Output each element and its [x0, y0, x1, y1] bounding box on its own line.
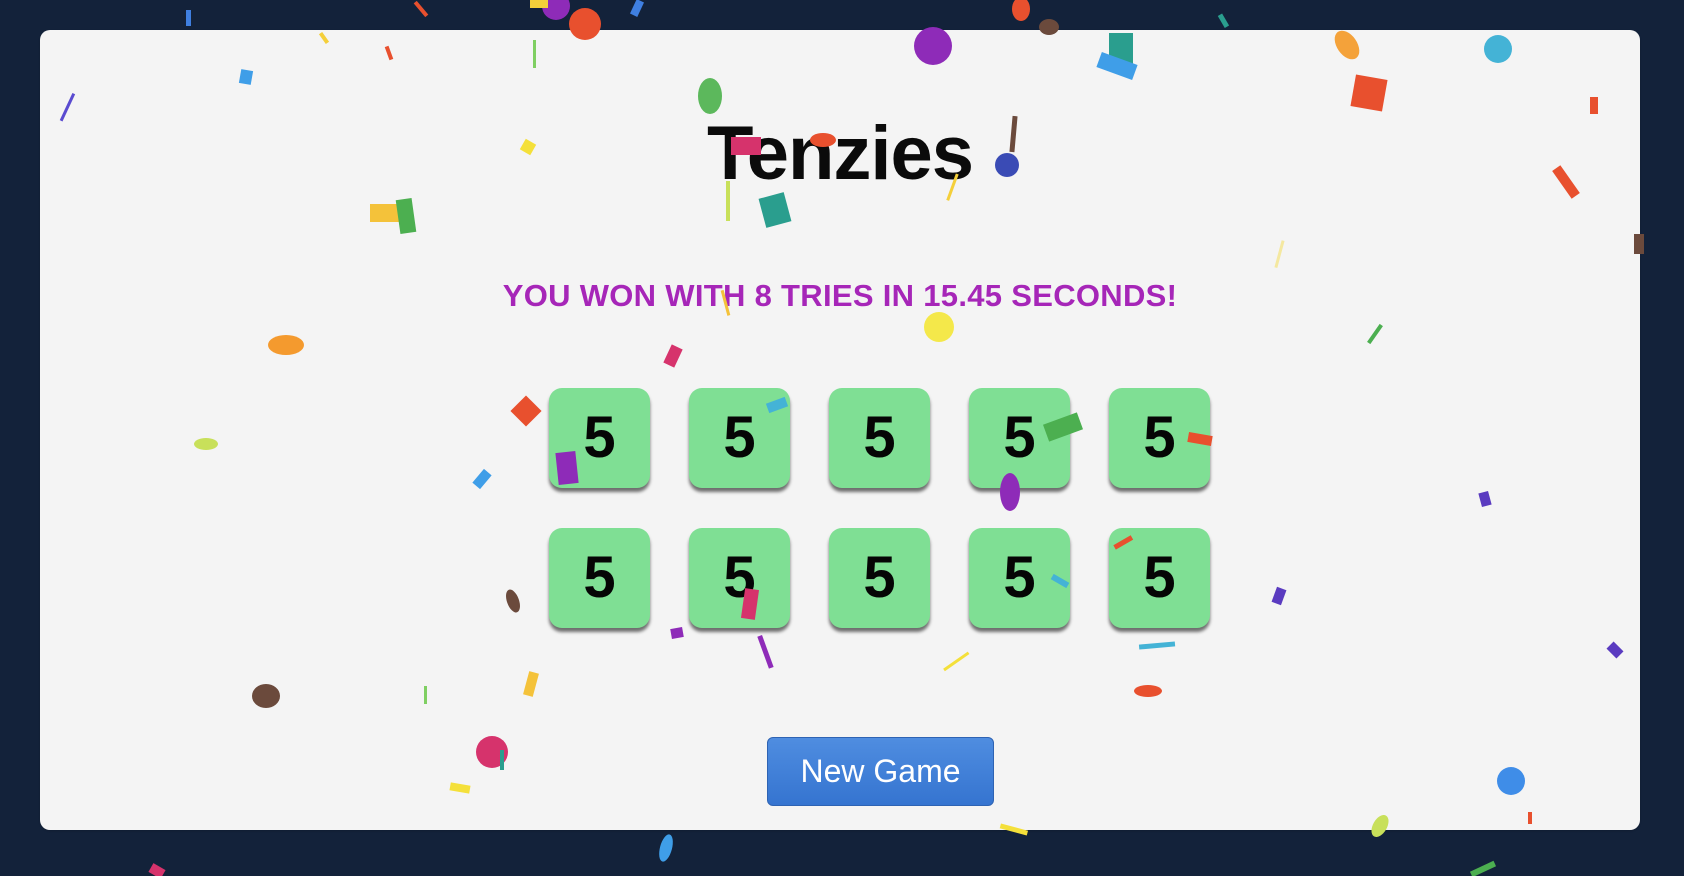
die-4[interactable]: 5	[969, 388, 1070, 488]
confetti-piece	[542, 0, 570, 20]
die-10[interactable]: 5	[1109, 528, 1210, 628]
confetti-piece	[659, 834, 673, 862]
dice-grid: 5 5 5 5 5 5 5 5 5 5	[549, 388, 1211, 628]
die-1[interactable]: 5	[549, 388, 650, 488]
die-7[interactable]: 5	[689, 528, 790, 628]
confetti-piece	[148, 863, 166, 876]
win-message: YOU WON WITH 8 TRIES IN 15.45 SECONDS!	[502, 278, 1178, 313]
game-card: Tenzies YOU WON WITH 8 TRIES IN 15.45 SE…	[40, 30, 1640, 830]
confetti-piece	[530, 0, 548, 8]
die-8[interactable]: 5	[829, 528, 930, 628]
confetti-piece	[1012, 0, 1030, 21]
new-game-button[interactable]: New Game	[767, 737, 994, 806]
die-5[interactable]: 5	[1109, 388, 1210, 488]
confetti-piece	[1217, 13, 1230, 29]
die-9[interactable]: 5	[969, 528, 1070, 628]
confetti-piece	[629, 0, 645, 17]
app-stage: Tenzies YOU WON WITH 8 TRIES IN 15.45 SE…	[0, 0, 1684, 876]
page-title: Tenzies	[706, 111, 974, 196]
die-3[interactable]: 5	[829, 388, 930, 488]
confetti-piece	[1469, 860, 1497, 876]
die-6[interactable]: 5	[549, 528, 650, 628]
confetti-piece	[413, 0, 429, 18]
confetti-piece	[186, 10, 191, 26]
die-2[interactable]: 5	[689, 388, 790, 488]
